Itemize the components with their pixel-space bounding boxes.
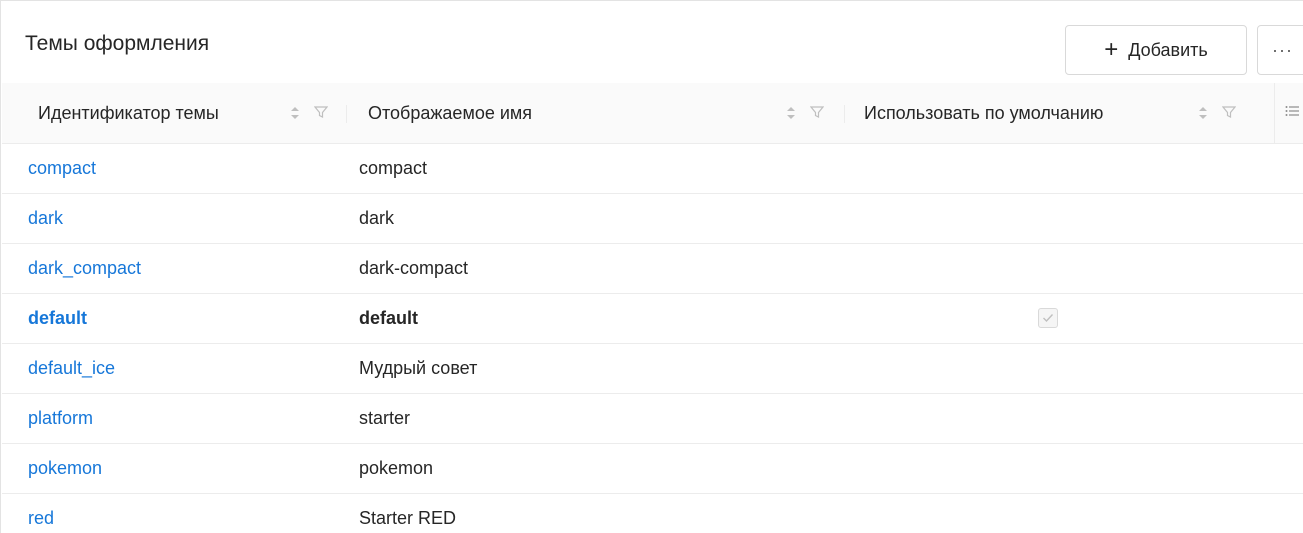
column-divider[interactable] (844, 105, 845, 123)
column-header-use-default[interactable]: Использовать по умолчанию (864, 83, 1103, 143)
table-row[interactable]: compact compact (2, 144, 1303, 194)
column-divider[interactable] (346, 105, 347, 123)
table-row[interactable]: platform starter (2, 394, 1303, 444)
list-settings-icon (1285, 104, 1299, 123)
add-button-label: Добавить (1128, 39, 1208, 60)
display-name-cell: dark (359, 208, 395, 228)
filter-icon[interactable] (1221, 105, 1237, 122)
sort-icon[interactable] (290, 106, 300, 120)
table-row[interactable]: dark dark (2, 194, 1303, 244)
theme-id-link[interactable]: default_ice (28, 344, 115, 393)
display-name-cell: pokemon (359, 458, 434, 478)
filter-icon[interactable] (809, 105, 825, 122)
check-icon (1043, 314, 1054, 323)
add-button[interactable]: + Добавить (1065, 25, 1247, 75)
page-title: Темы оформления (25, 32, 210, 55)
theme-id-link[interactable]: red (28, 494, 54, 533)
filter-icon[interactable] (313, 105, 329, 122)
display-name-cell: starter (359, 408, 411, 428)
more-actions-button[interactable]: ··· (1257, 25, 1303, 75)
table-row[interactable]: default default (2, 294, 1303, 344)
table-row[interactable]: default_ice Мудрый совет (2, 344, 1303, 394)
theme-id-link[interactable]: platform (28, 394, 93, 443)
display-name-cell: Starter RED (359, 508, 457, 528)
default-checkbox (1038, 308, 1058, 328)
plus-icon: + (1104, 36, 1119, 63)
column-settings-button[interactable] (1274, 83, 1303, 143)
theme-id-link[interactable]: pokemon (28, 444, 102, 493)
table-header: Идентификатор темы Отображаемое имя Испо… (2, 83, 1303, 144)
table-row[interactable]: red Starter RED (2, 494, 1303, 533)
table-row[interactable]: pokemon pokemon (2, 444, 1303, 494)
theme-id-link[interactable]: dark (28, 194, 63, 243)
sort-icon[interactable] (786, 106, 796, 120)
sort-icon[interactable] (1198, 106, 1208, 120)
theme-id-link[interactable]: default (28, 294, 87, 343)
themes-panel: Темы оформления + Добавить ··· Идентифик… (0, 0, 1303, 533)
display-name-cell: default (359, 308, 419, 328)
table-row[interactable]: dark_compact dark-compact (2, 244, 1303, 294)
theme-id-link[interactable]: compact (28, 144, 96, 193)
theme-id-link[interactable]: dark_compact (28, 244, 141, 293)
column-header-display-name[interactable]: Отображаемое имя (368, 83, 532, 143)
column-header-theme-id[interactable]: Идентификатор темы (38, 83, 219, 143)
display-name-cell: compact (359, 158, 428, 178)
ellipsis-icon: ··· (1272, 39, 1293, 60)
display-name-cell: dark-compact (359, 258, 469, 278)
display-name-cell: Мудрый совет (359, 358, 478, 378)
